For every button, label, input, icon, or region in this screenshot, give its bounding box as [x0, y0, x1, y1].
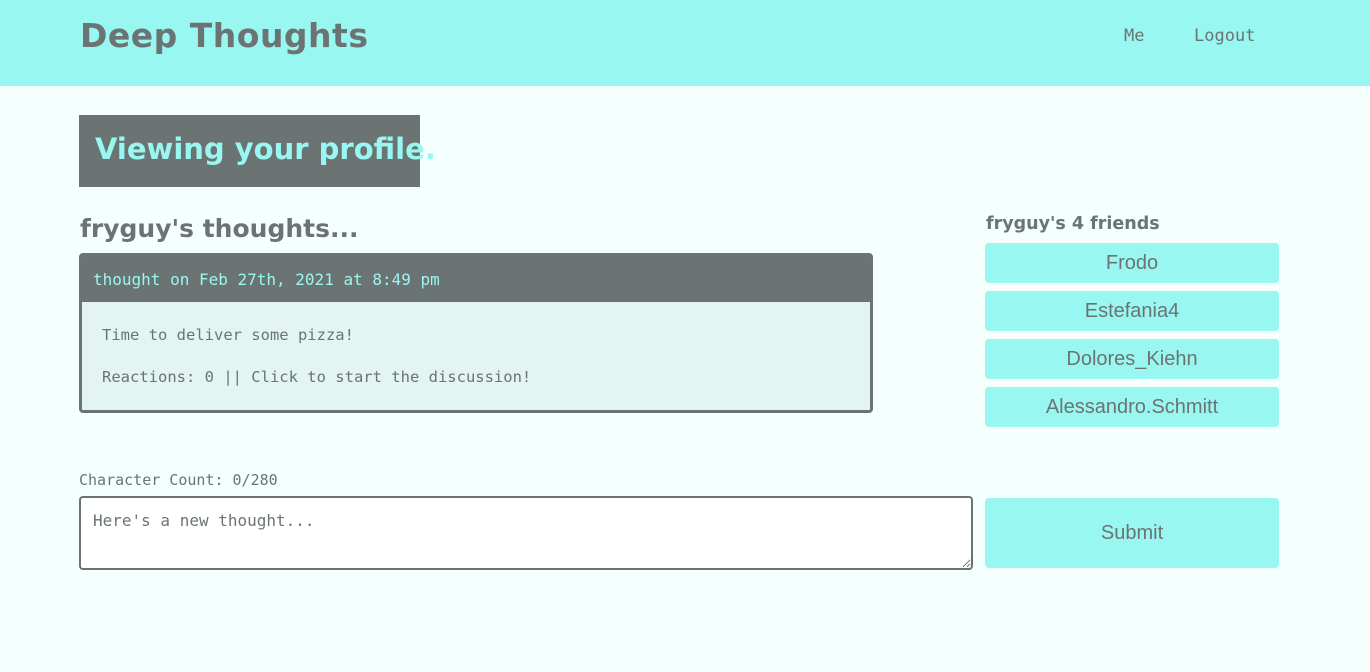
thought-meta[interactable]: thought on Feb 27th, 2021 at 8:49 pm [82, 256, 870, 302]
friends-title: fryguy's 4 friends [986, 214, 1160, 234]
friend-button-frodo[interactable]: Frodo [985, 243, 1279, 283]
character-count: Character Count: 0/280 [79, 471, 278, 489]
submit-button[interactable]: Submit [985, 498, 1279, 568]
brand-link[interactable]: Deep Thoughts [80, 16, 368, 55]
nav-logout-link[interactable]: Logout [1194, 26, 1255, 46]
new-thought-input[interactable] [79, 496, 973, 570]
thoughts-title: fryguy's thoughts... [80, 214, 359, 243]
thought-card: thought on Feb 27th, 2021 at 8:49 pm Tim… [79, 253, 873, 413]
nav-me-link[interactable]: Me [1124, 26, 1144, 46]
site-header: Deep Thoughts Me Logout [0, 0, 1370, 86]
thought-reactions-link[interactable]: Reactions: 0 || Click to start the discu… [82, 368, 870, 386]
friend-button-estefania4[interactable]: Estefania4 [985, 291, 1279, 331]
friend-button-alessandro-schmitt[interactable]: Alessandro.Schmitt [985, 387, 1279, 427]
friend-button-dolores-kiehn[interactable]: Dolores_Kiehn [985, 339, 1279, 379]
profile-banner: Viewing your profile. [79, 115, 436, 187]
thought-text: Time to deliver some pizza! [102, 326, 354, 344]
